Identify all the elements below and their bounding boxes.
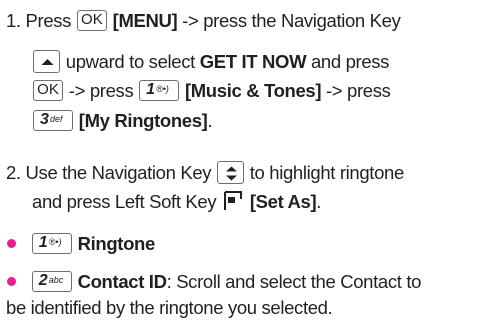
contact-id-label: Contact ID: [77, 271, 167, 292]
ringtone-label: Ringtone: [77, 233, 156, 254]
nav-updown-key-icon: [216, 161, 244, 184]
step2-number: 2.: [6, 162, 21, 183]
bullet-dot: [7, 277, 16, 286]
key-1-icon: 1 ®•): [139, 80, 180, 101]
bullet-dot: [7, 239, 16, 248]
step1-press-text-3: -> press: [325, 80, 391, 101]
step2-line2: and press Left Soft Key [Set As].: [32, 190, 321, 213]
step2-period: .: [316, 191, 322, 212]
manual-page: { "step1": { "num": "1.", "press": "Pres…: [0, 0, 477, 323]
get-it-now-label: GET IT NOW: [199, 51, 307, 72]
ok-key-icon: OK: [33, 80, 63, 101]
step1-line4: 3 def [My Ringtones].: [32, 110, 213, 132]
step1-press-text: Press: [25, 10, 72, 31]
step1-text-nav: -> press the Navigation Key: [182, 10, 401, 31]
contact-id-text-2: be identified by the ringtone you select…: [6, 297, 333, 318]
key-1-icon: 1 ®•): [31, 233, 72, 254]
ok-key-icon: OK: [76, 10, 107, 31]
contact-id-line2: be identified by the ringtone you select…: [6, 297, 333, 319]
step2-text-3: and press Left Soft Key: [32, 191, 217, 212]
menu-label: [MENU]: [112, 10, 178, 31]
left-soft-key-icon: [222, 190, 245, 212]
step1-upward-text: upward to select: [65, 51, 195, 72]
key-3-icon: 3 def: [33, 110, 73, 131]
my-ringtones-label: [My Ringtones]: [78, 110, 208, 131]
step1-line1: 1. Press OK [MENU] -> press the Navigati…: [6, 10, 401, 32]
step1-line2: upward to select GET IT NOW and press: [32, 50, 389, 73]
key-2-icon: 2 abc: [31, 271, 72, 292]
nav-up-key-icon: [33, 50, 60, 73]
step2-text-2: to highlight ringtone: [249, 162, 404, 183]
step2-line1: 2. Use the Navigation Key to highlight r…: [6, 161, 404, 184]
contact-id-text-1: : Scroll and select the Contact to: [166, 271, 422, 292]
step1-number: 1.: [6, 10, 21, 31]
step1-line3: OK -> press 1 ®•) [Music & Tones] -> pres…: [32, 80, 391, 102]
bullet-ringtone: 1 ®•) Ringtone: [6, 233, 155, 255]
step2-text-1: Use the Navigation Key: [25, 162, 212, 183]
music-tones-label: [Music & Tones]: [184, 80, 322, 101]
step1-press-text-2: -> press: [68, 80, 134, 101]
set-as-label: [Set As]: [249, 191, 317, 212]
step1-period: .: [207, 110, 213, 131]
bullet-contact-id: 2 abc Contact ID: Scroll and select the C…: [6, 271, 421, 293]
step1-and-press-text: and press: [310, 51, 390, 72]
